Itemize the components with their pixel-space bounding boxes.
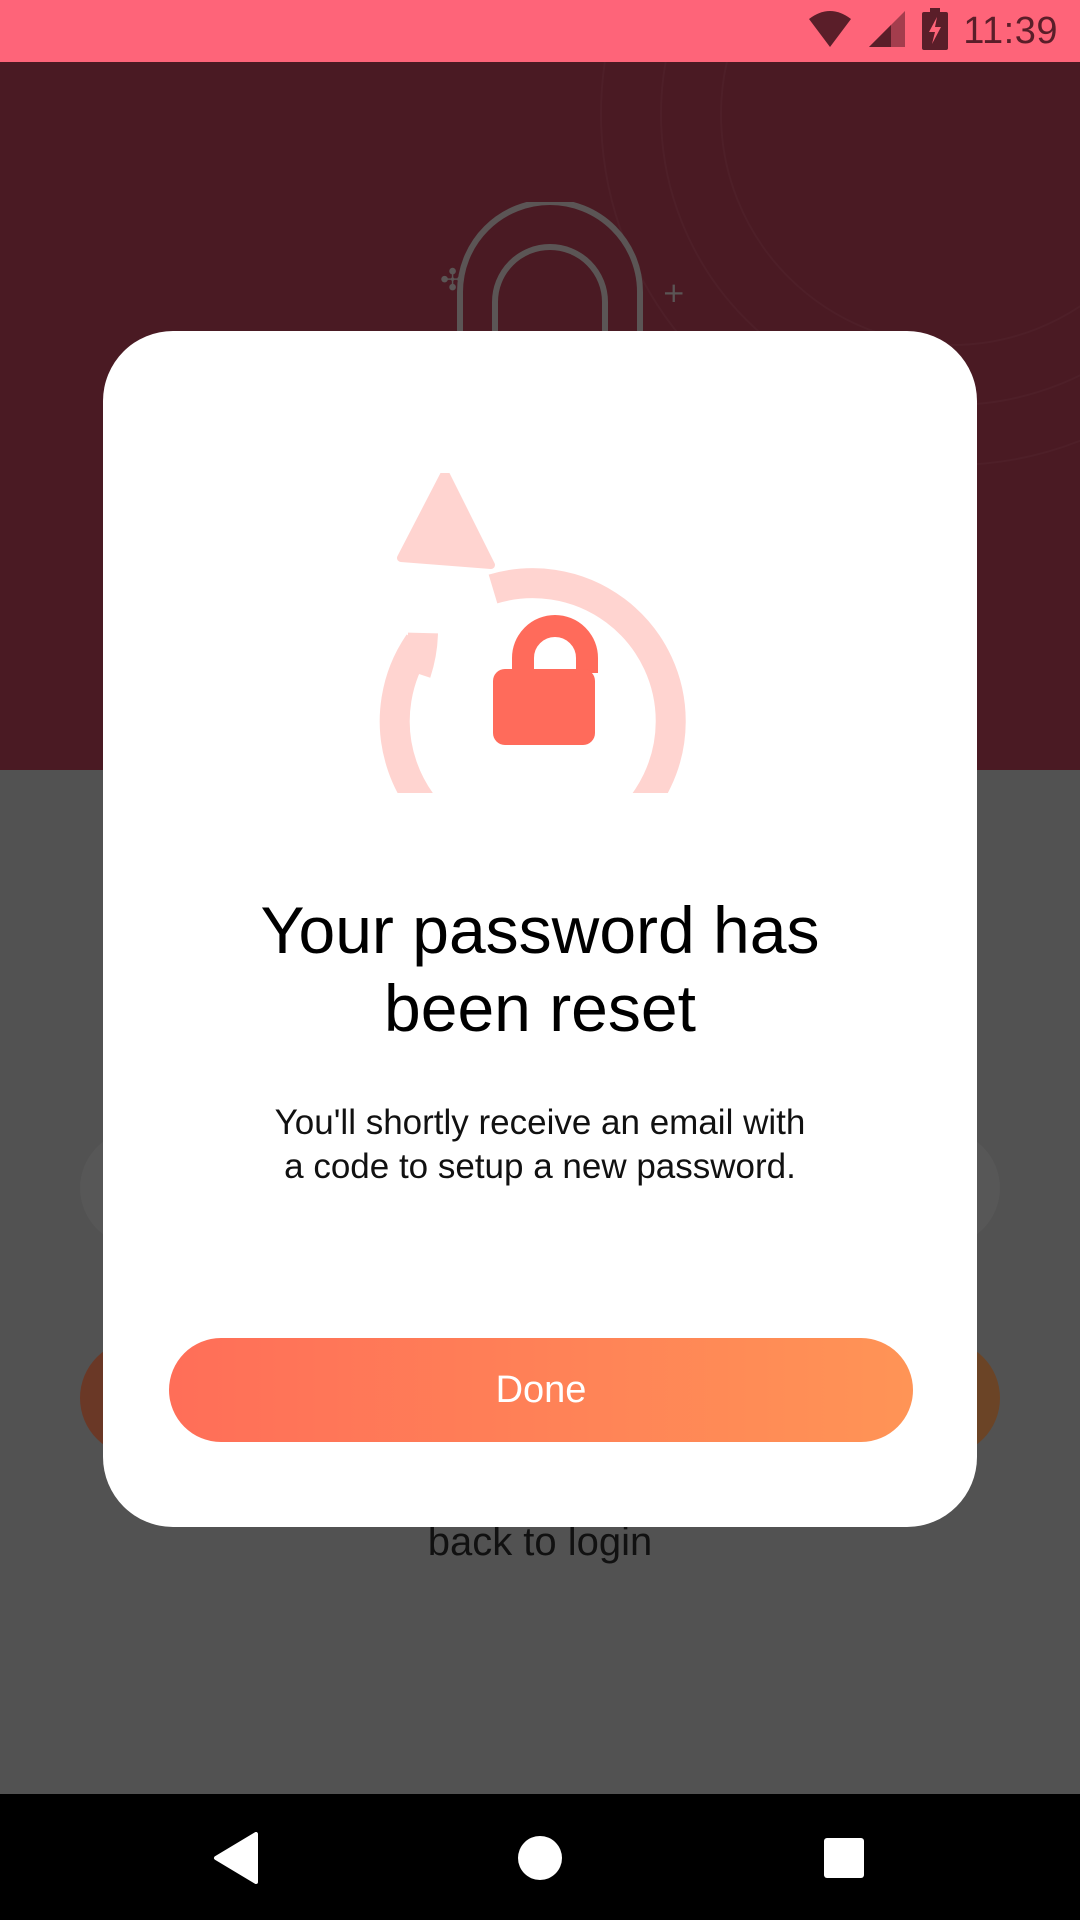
- navigation-bar: [0, 1794, 1080, 1920]
- status-bar: 11:39: [0, 0, 1080, 62]
- dialog-title: Your password has been reset: [143, 891, 937, 1047]
- status-icons: 11:39: [807, 7, 1058, 55]
- svg-text:+: +: [662, 276, 685, 309]
- battery-charging-icon: [921, 7, 949, 55]
- screen: 11:39 ✣ + × › back to login: [0, 0, 1080, 1920]
- dialog-title-line-1: Your password has: [260, 893, 820, 967]
- dialog-message-line-1: You'll shortly receive an email with: [274, 1103, 806, 1142]
- status-time: 11:39: [963, 9, 1058, 52]
- home-icon[interactable]: [508, 1826, 572, 1890]
- cell-signal-icon: [867, 9, 907, 54]
- dialog-title-line-2: been reset: [384, 971, 696, 1045]
- wifi-icon: [807, 9, 853, 54]
- dialog-message: You'll shortly receive an email with a c…: [223, 1101, 857, 1189]
- done-button[interactable]: Done: [169, 1338, 913, 1442]
- lock-reset-icon: [379, 473, 686, 793]
- recents-icon[interactable]: [812, 1826, 876, 1890]
- svg-text:✣: ✣: [440, 263, 465, 298]
- dialog-message-line-2: a code to setup a new password.: [284, 1147, 796, 1186]
- password-reset-dialog: Your password has been reset You'll shor…: [103, 331, 977, 1527]
- back-icon[interactable]: [204, 1826, 268, 1890]
